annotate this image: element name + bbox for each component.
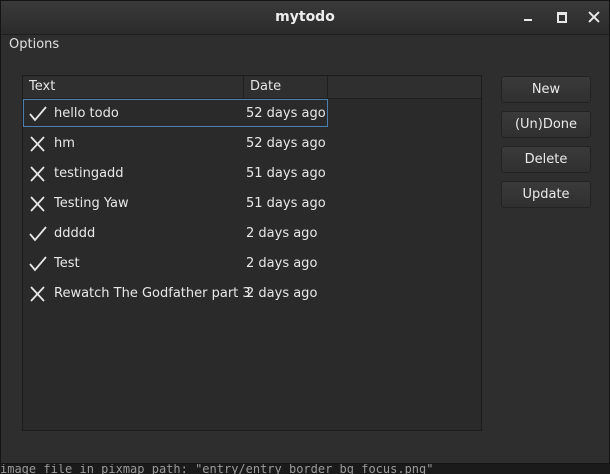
window-title: mytodo <box>275 9 335 25</box>
new-button[interactable]: New <box>501 76 591 103</box>
title-bar[interactable]: mytodo <box>1 1 609 35</box>
table-row[interactable]: testingadd 51 days ago <box>23 159 481 189</box>
cross-icon <box>29 136 47 152</box>
cross-icon <box>29 286 47 302</box>
minimize-button[interactable] <box>521 10 535 24</box>
table-row[interactable]: Test 2 days ago <box>23 249 481 279</box>
cross-icon <box>29 196 47 212</box>
close-icon <box>588 11 600 23</box>
row-date: 52 days ago <box>246 106 326 121</box>
row-date: 2 days ago <box>246 286 318 301</box>
update-button[interactable]: Update <box>501 181 591 208</box>
table-row[interactable]: Rewatch The Godfather part 32 days ago <box>23 279 481 309</box>
row-date: 2 days ago <box>246 256 318 271</box>
row-text: Test <box>54 256 80 271</box>
row-text: ddddd <box>54 226 96 241</box>
toggle-done-button[interactable]: (Un)Done <box>501 111 591 138</box>
cross-icon <box>29 166 47 182</box>
app-window: mytodo Options Text Date hello todo 52 da… <box>0 0 610 464</box>
row-text: testingadd <box>54 166 124 181</box>
delete-button[interactable]: Delete <box>501 146 591 173</box>
check-icon <box>29 226 47 242</box>
table-row[interactable]: hm 52 days ago <box>23 129 481 159</box>
menu-bar: Options <box>1 34 609 56</box>
table-row[interactable]: Testing Yaw 51 days ago <box>23 189 481 219</box>
maximize-icon <box>557 11 567 23</box>
menu-options[interactable]: Options <box>9 37 59 52</box>
minimize-icon <box>524 18 532 21</box>
row-date: 51 days ago <box>246 166 326 181</box>
todo-list[interactable]: Text Date hello todo 52 days ago hm 52 days… <box>22 75 482 431</box>
list-rows: hello todo 52 days ago hm 52 days ago testin… <box>23 99 481 309</box>
row-text: hello todo <box>54 106 119 121</box>
maximize-button[interactable] <box>555 10 569 24</box>
column-header-date[interactable]: Date <box>244 76 328 98</box>
close-button[interactable] <box>587 10 601 24</box>
check-icon <box>29 106 47 122</box>
row-text: Testing Yaw <box>54 196 129 211</box>
check-icon <box>29 256 47 272</box>
list-header: Text Date <box>23 76 481 99</box>
table-row[interactable]: hello todo 52 days ago <box>23 99 481 129</box>
row-text: hm <box>54 136 75 151</box>
table-row[interactable]: ddddd 2 days ago <box>23 219 481 249</box>
row-date: 2 days ago <box>246 226 318 241</box>
row-date: 52 days ago <box>246 136 326 151</box>
background-terminal-text: image file in pixmap path: "entry/entry_… <box>0 464 434 474</box>
column-header-text[interactable]: Text <box>23 76 244 98</box>
row-text: Rewatch The Godfather part 3 <box>54 286 251 301</box>
row-date: 51 days ago <box>246 196 326 211</box>
